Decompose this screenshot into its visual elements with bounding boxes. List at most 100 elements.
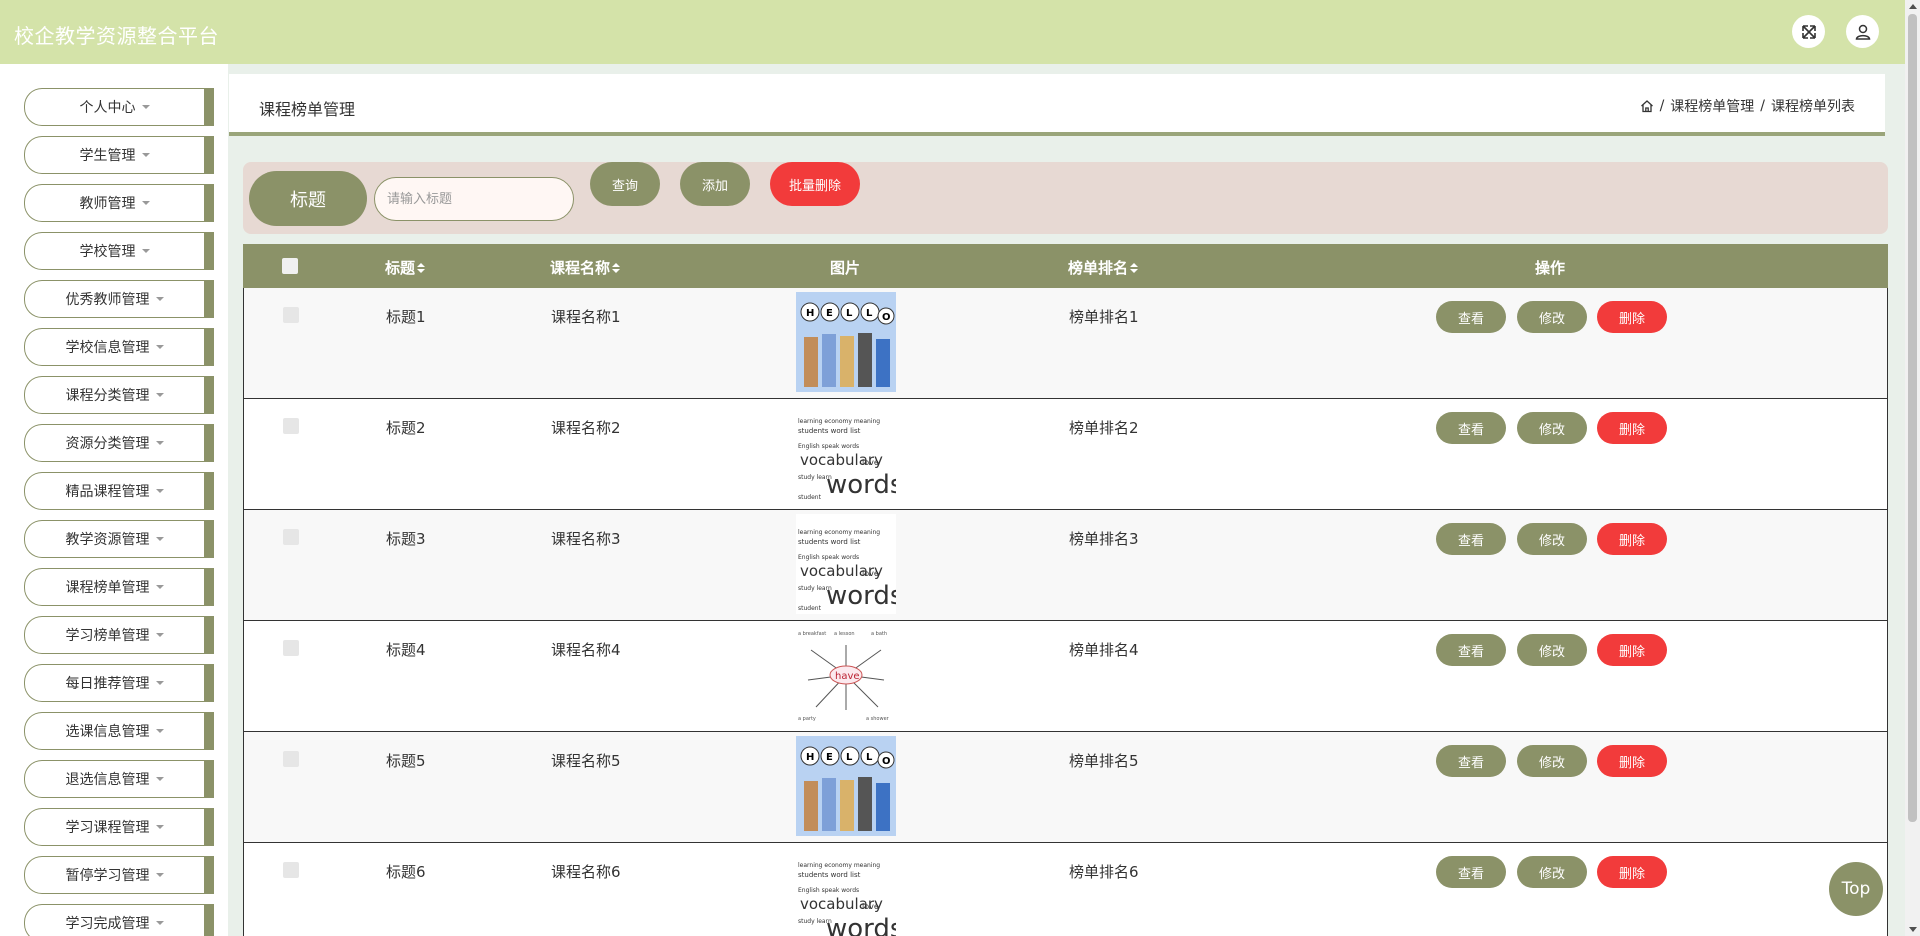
title-cell: 标题4 [386, 641, 426, 659]
column-header-label: 榜单排名 [1068, 259, 1129, 277]
user-icon [1855, 24, 1870, 40]
chevron-down-icon [155, 729, 164, 733]
sort-icon [417, 262, 426, 273]
edit-button[interactable]: 修改 [1517, 412, 1587, 444]
home-icon[interactable] [1640, 99, 1654, 113]
scroll-up-icon[interactable] [1909, 4, 1917, 9]
delete-button[interactable]: 删除 [1597, 523, 1667, 555]
edit-button[interactable]: 修改 [1517, 634, 1587, 666]
sidebar-item-personal-center[interactable]: 个人中心 [24, 88, 214, 126]
batch-delete-button[interactable]: 批量删除 [770, 162, 860, 206]
select-all-checkbox[interactable] [282, 258, 298, 274]
breadcrumb-course-ranking-list: 课程榜单列表 [1771, 99, 1855, 115]
fullscreen-icon [1801, 24, 1816, 39]
sidebar-item-label: 每日推荐管理 [65, 676, 150, 692]
svg-text:love: love [862, 902, 879, 911]
course-image[interactable]: have a breakfast a lesson a bath a party a sh… [796, 625, 896, 725]
svg-text:learning economy meaning: learning economy meaning [798, 529, 880, 536]
sidebar-item-learning-ranking[interactable]: 学习榜单管理 [24, 616, 214, 654]
sidebar-item-course-selection[interactable]: 选课信息管理 [24, 712, 214, 750]
add-button[interactable]: 添加 [680, 162, 750, 206]
delete-button[interactable]: 删除 [1597, 856, 1667, 888]
sidebar-item-label: 优秀教师管理 [65, 292, 150, 308]
sidebar-item-excellent-teachers[interactable]: 优秀教师管理 [24, 280, 214, 318]
sidebar-item-teachers[interactable]: 教师管理 [24, 184, 214, 222]
breadcrumb-course-ranking[interactable]: 课程榜单管理 [1670, 96, 1754, 116]
column-header-title[interactable]: 标题 [385, 257, 426, 278]
page-scrollbar[interactable] [1905, 0, 1920, 936]
svg-text:love: love [862, 569, 879, 578]
column-header-image: 图片 [830, 257, 860, 278]
search-input[interactable] [374, 177, 574, 221]
course-image[interactable]: learning economy meaning students word li… [796, 514, 896, 614]
user-button[interactable] [1846, 15, 1879, 48]
delete-button[interactable]: 删除 [1597, 412, 1667, 444]
svg-text:study learn: study learn [798, 474, 832, 481]
svg-text:E: E [826, 752, 833, 763]
sidebar-item-paused-learning[interactable]: 暂停学习管理 [24, 856, 214, 894]
row-checkbox[interactable] [283, 418, 299, 434]
column-header-rank[interactable]: 榜单排名 [1068, 257, 1139, 278]
course-image[interactable]: HELLO [796, 736, 896, 836]
query-button[interactable]: 查询 [590, 162, 660, 206]
back-to-top-button[interactable]: Top [1829, 862, 1883, 916]
edit-button[interactable]: 修改 [1517, 745, 1587, 777]
sidebar-item-label: 个人中心 [79, 100, 136, 116]
row-checkbox[interactable] [283, 640, 299, 656]
table-row: 标题1 课程名称1 HELLO 榜单排名1 查看 修改 删除 [243, 288, 1888, 399]
table-row: 标题2 课程名称2 learning economy meaning studen… [243, 399, 1888, 510]
sidebar-item-label: 教师管理 [79, 196, 136, 212]
edit-button[interactable]: 修改 [1517, 856, 1587, 888]
sidebar-item-school-info[interactable]: 学校信息管理 [24, 328, 214, 366]
course-name-cell: 课程名称5 [551, 752, 621, 770]
view-button[interactable]: 查看 [1436, 745, 1506, 777]
fullscreen-button[interactable] [1792, 15, 1825, 48]
sidebar-item-students[interactable]: 学生管理 [24, 136, 214, 174]
view-button[interactable]: 查看 [1436, 301, 1506, 333]
course-image[interactable]: HELLO [796, 292, 896, 392]
svg-text:L: L [866, 752, 873, 763]
svg-text:love: love [862, 458, 879, 467]
svg-text:H: H [806, 308, 814, 319]
chevron-down-icon [141, 201, 150, 205]
sidebar-item-resource-category[interactable]: 资源分类管理 [24, 424, 214, 462]
sidebar-item-daily-recommend[interactable]: 每日推荐管理 [24, 664, 214, 702]
edit-button[interactable]: 修改 [1517, 523, 1587, 555]
view-button[interactable]: 查看 [1436, 634, 1506, 666]
page-title: 课程榜单管理 [259, 100, 356, 119]
delete-button[interactable]: 删除 [1597, 634, 1667, 666]
scroll-down-icon[interactable] [1909, 927, 1917, 932]
row-checkbox[interactable] [283, 307, 299, 323]
row-checkbox[interactable] [283, 751, 299, 767]
sidebar-item-schools[interactable]: 学校管理 [24, 232, 214, 270]
delete-button[interactable]: 删除 [1597, 301, 1667, 333]
sort-icon [612, 262, 621, 273]
sidebar-item-course-ranking[interactable]: 课程榜单管理 [24, 568, 214, 606]
view-button[interactable]: 查看 [1436, 523, 1506, 555]
sidebar-item-learning-completed[interactable]: 学习完成管理 [24, 904, 214, 936]
scrollbar-thumb[interactable] [1908, 14, 1917, 822]
column-header-course[interactable]: 课程名称 [550, 257, 621, 278]
svg-text:students word list: students word list [798, 538, 861, 546]
course-image[interactable]: learning economy meaning students word li… [796, 847, 896, 936]
breadcrumb-separator: / [1659, 98, 1665, 114]
view-button[interactable]: 查看 [1436, 412, 1506, 444]
app-title: 校企教学资源整合平台 [14, 24, 219, 48]
course-image[interactable]: learning economy meaning students word li… [796, 403, 896, 503]
view-button[interactable]: 查看 [1436, 856, 1506, 888]
svg-text:student: student [798, 605, 822, 612]
title-cell: 标题2 [386, 419, 426, 437]
svg-text:study learn: study learn [798, 585, 832, 592]
sidebar-item-teaching-resources[interactable]: 教学资源管理 [24, 520, 214, 558]
row-checkbox[interactable] [283, 862, 299, 878]
sidebar-item-course-withdrawal[interactable]: 退选信息管理 [24, 760, 214, 798]
row-checkbox[interactable] [283, 529, 299, 545]
edit-button[interactable]: 修改 [1517, 301, 1587, 333]
sidebar-item-featured-courses[interactable]: 精品课程管理 [24, 472, 214, 510]
sidebar-item-course-category[interactable]: 课程分类管理 [24, 376, 214, 414]
sidebar-item-learning-courses[interactable]: 学习课程管理 [24, 808, 214, 846]
sidebar-item-label: 学校信息管理 [65, 340, 150, 356]
chevron-down-icon [141, 249, 150, 253]
course-name-cell: 课程名称2 [551, 419, 621, 437]
delete-button[interactable]: 删除 [1597, 745, 1667, 777]
